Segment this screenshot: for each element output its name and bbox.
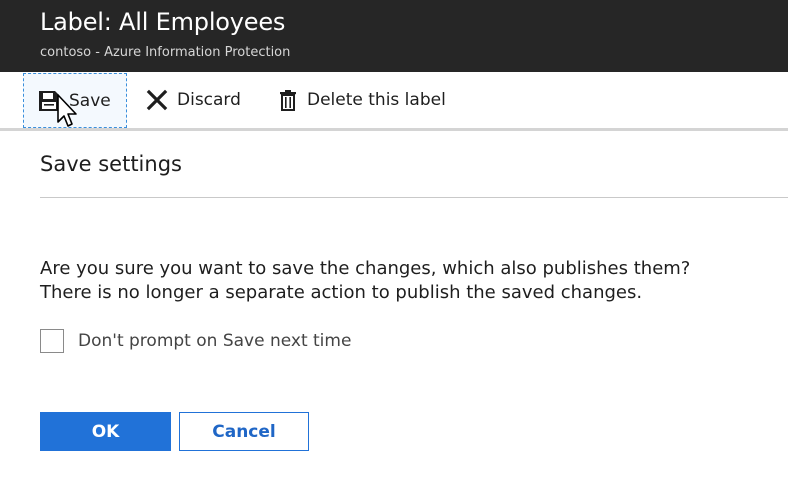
delete-label-button[interactable]: Delete this label — [278, 72, 446, 128]
cancel-button[interactable]: Cancel — [179, 412, 309, 451]
trash-icon — [278, 89, 298, 111]
discard-label: Discard — [177, 90, 241, 110]
save-label: Save — [69, 90, 111, 111]
blade-title: Label: All Employees — [40, 8, 286, 36]
panel-divider — [40, 197, 788, 198]
discard-button[interactable]: Discard — [146, 72, 241, 128]
command-bar-divider — [0, 128, 788, 131]
dont-prompt-label: Don't prompt on Save next time — [78, 331, 352, 351]
close-x-icon — [146, 89, 168, 111]
delete-label: Delete this label — [307, 90, 446, 110]
save-button[interactable]: Save — [23, 73, 127, 128]
blade-header: Label: All Employees contoso - Azure Inf… — [0, 0, 788, 72]
dont-prompt-checkbox[interactable] — [40, 329, 64, 353]
message-line-2: There is no longer a separate action to … — [40, 282, 643, 303]
dont-prompt-option[interactable]: Don't prompt on Save next time — [40, 327, 351, 355]
floppy-disk-icon — [38, 90, 60, 112]
ok-button[interactable]: OK — [40, 412, 171, 451]
confirmation-message: Are you sure you want to save the change… — [40, 257, 780, 305]
blade-subtitle: contoso - Azure Information Protection — [40, 45, 291, 60]
message-line-1: Are you sure you want to save the change… — [40, 258, 691, 279]
panel-title: Save settings — [40, 152, 182, 176]
command-bar: Save Discard Delete this label — [0, 72, 788, 130]
